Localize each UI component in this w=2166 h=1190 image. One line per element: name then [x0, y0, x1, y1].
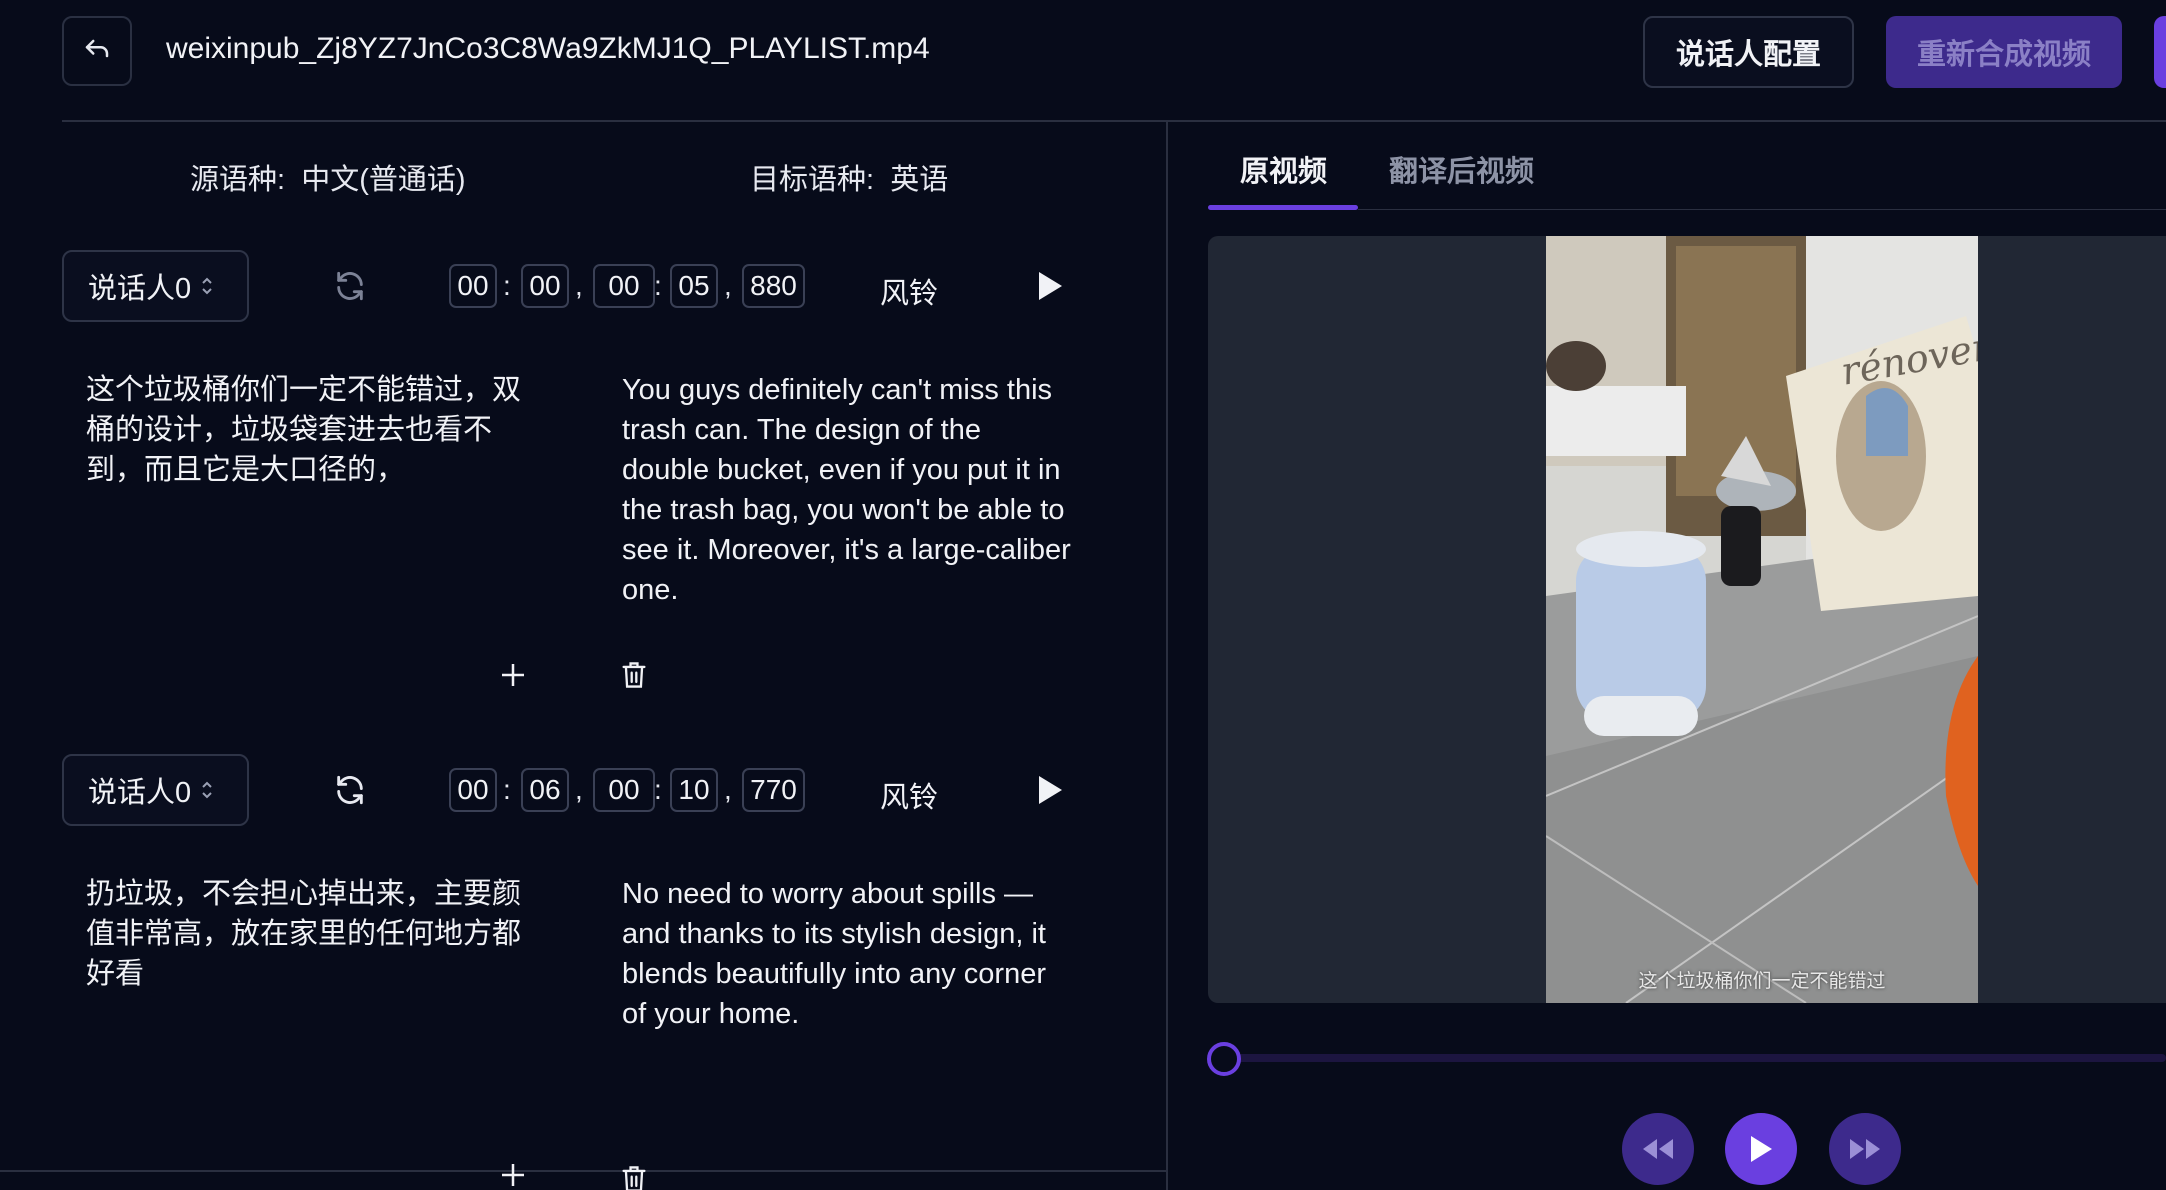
- bottom-divider: [0, 1170, 1166, 1172]
- start-ms-input[interactable]: 00: [593, 768, 655, 812]
- add-segment-button[interactable]: [496, 1162, 530, 1190]
- refresh-icon: [337, 775, 363, 805]
- segment-source-text[interactable]: 扔垃圾，不会担心掉出来，主要颜值非常高，放在家里的任何地方都好看: [86, 874, 526, 994]
- return-arrow-icon: [85, 39, 109, 58]
- video-subtitle: 这个垃圾桶你们一定不能错过: [1638, 971, 1886, 992]
- fast-forward-button[interactable]: [1829, 1113, 1901, 1185]
- panel-divider: [1166, 122, 1168, 1190]
- rewind-button[interactable]: [1622, 1113, 1694, 1185]
- delete-segment-button[interactable]: [617, 1164, 651, 1190]
- target-language-label: 目标语种:: [750, 164, 875, 196]
- trash-icon: [622, 1166, 646, 1190]
- start-minute-input[interactable]: 06: [521, 768, 569, 812]
- resynthesize-video-button[interactable]: 重新合成视频: [1886, 16, 2122, 88]
- speaker-select[interactable]: 说话人0: [62, 250, 249, 322]
- tab-divider: [1358, 209, 2166, 210]
- delete-segment-button[interactable]: [617, 658, 651, 692]
- segment-source-text[interactable]: 这个垃圾桶你们一定不能错过，双桶的设计，垃圾袋套进去也看不到，而且它是大口径的，: [86, 370, 526, 490]
- rewind-icon: [1643, 1139, 1673, 1159]
- start-ms-input[interactable]: 00: [593, 264, 655, 308]
- tab-original-video[interactable]: 原视频: [1240, 148, 1327, 190]
- target-language-value: 英语: [890, 164, 949, 196]
- play-icon: [1751, 1136, 1772, 1162]
- regenerate-button[interactable]: [328, 264, 372, 308]
- trash-icon: [622, 662, 646, 688]
- play-icon: [1039, 272, 1062, 300]
- refresh-icon: [337, 271, 363, 301]
- speaker-select[interactable]: 说话人0: [62, 754, 249, 826]
- speaker-config-button[interactable]: 说话人配置: [1643, 16, 1854, 88]
- segment-target-text[interactable]: No need to worry about spills — and than…: [622, 874, 1072, 1034]
- start-hour-input[interactable]: 00: [449, 768, 497, 812]
- header-divider: [62, 120, 2166, 122]
- source-language-value: 中文(普通话): [301, 164, 466, 196]
- progress-handle[interactable]: [1207, 1042, 1241, 1076]
- chevron-updown-icon: [201, 779, 213, 801]
- tab-translated-video[interactable]: 翻译后视频: [1389, 148, 1534, 190]
- end-ms-input[interactable]: 880: [742, 264, 805, 308]
- play-segment-button[interactable]: [1030, 266, 1070, 306]
- regenerate-button[interactable]: [328, 768, 372, 812]
- end-second-input[interactable]: 10: [670, 768, 718, 812]
- speaker-select-value: 说话人0: [88, 777, 192, 809]
- add-segment-button[interactable]: [496, 658, 530, 692]
- end-second-input[interactable]: 05: [670, 264, 718, 308]
- plus-icon: [502, 664, 524, 686]
- start-hour-input[interactable]: 00: [449, 264, 497, 308]
- end-ms-input[interactable]: 770: [742, 768, 805, 812]
- play-segment-button[interactable]: [1030, 770, 1070, 810]
- back-button[interactable]: [62, 16, 132, 86]
- chevron-updown-icon: [201, 275, 213, 297]
- play-icon: [1039, 776, 1062, 804]
- progress-track[interactable]: [1225, 1054, 2166, 1062]
- voice-select[interactable]: 风铃: [880, 270, 938, 312]
- target-language: 目标语种: 英语: [750, 156, 948, 198]
- start-minute-input[interactable]: 00: [521, 264, 569, 308]
- active-tab-indicator: [1208, 205, 1358, 210]
- source-language: 源语种: 中文(普通话): [190, 156, 466, 198]
- export-button-edge[interactable]: [2154, 16, 2166, 88]
- speaker-select-value: 说话人0: [88, 273, 192, 305]
- file-title: weixinpub_Zj8YZ7JnCo3C8Wa9ZkMJ1Q_PLAYLIS…: [166, 32, 930, 65]
- source-language-label: 源语种:: [190, 164, 286, 196]
- video-thumbnail: rénover: [1546, 236, 1978, 1003]
- play-video-button[interactable]: [1725, 1113, 1797, 1185]
- fast-forward-icon: [1850, 1139, 1880, 1159]
- plus-icon: [502, 1164, 524, 1186]
- video-frame[interactable]: rénover 这个垃圾桶你们一定不能错过: [1546, 236, 1978, 1003]
- segment-target-text[interactable]: You guys definitely can't miss this tras…: [622, 370, 1072, 610]
- voice-select[interactable]: 风铃: [880, 774, 938, 816]
